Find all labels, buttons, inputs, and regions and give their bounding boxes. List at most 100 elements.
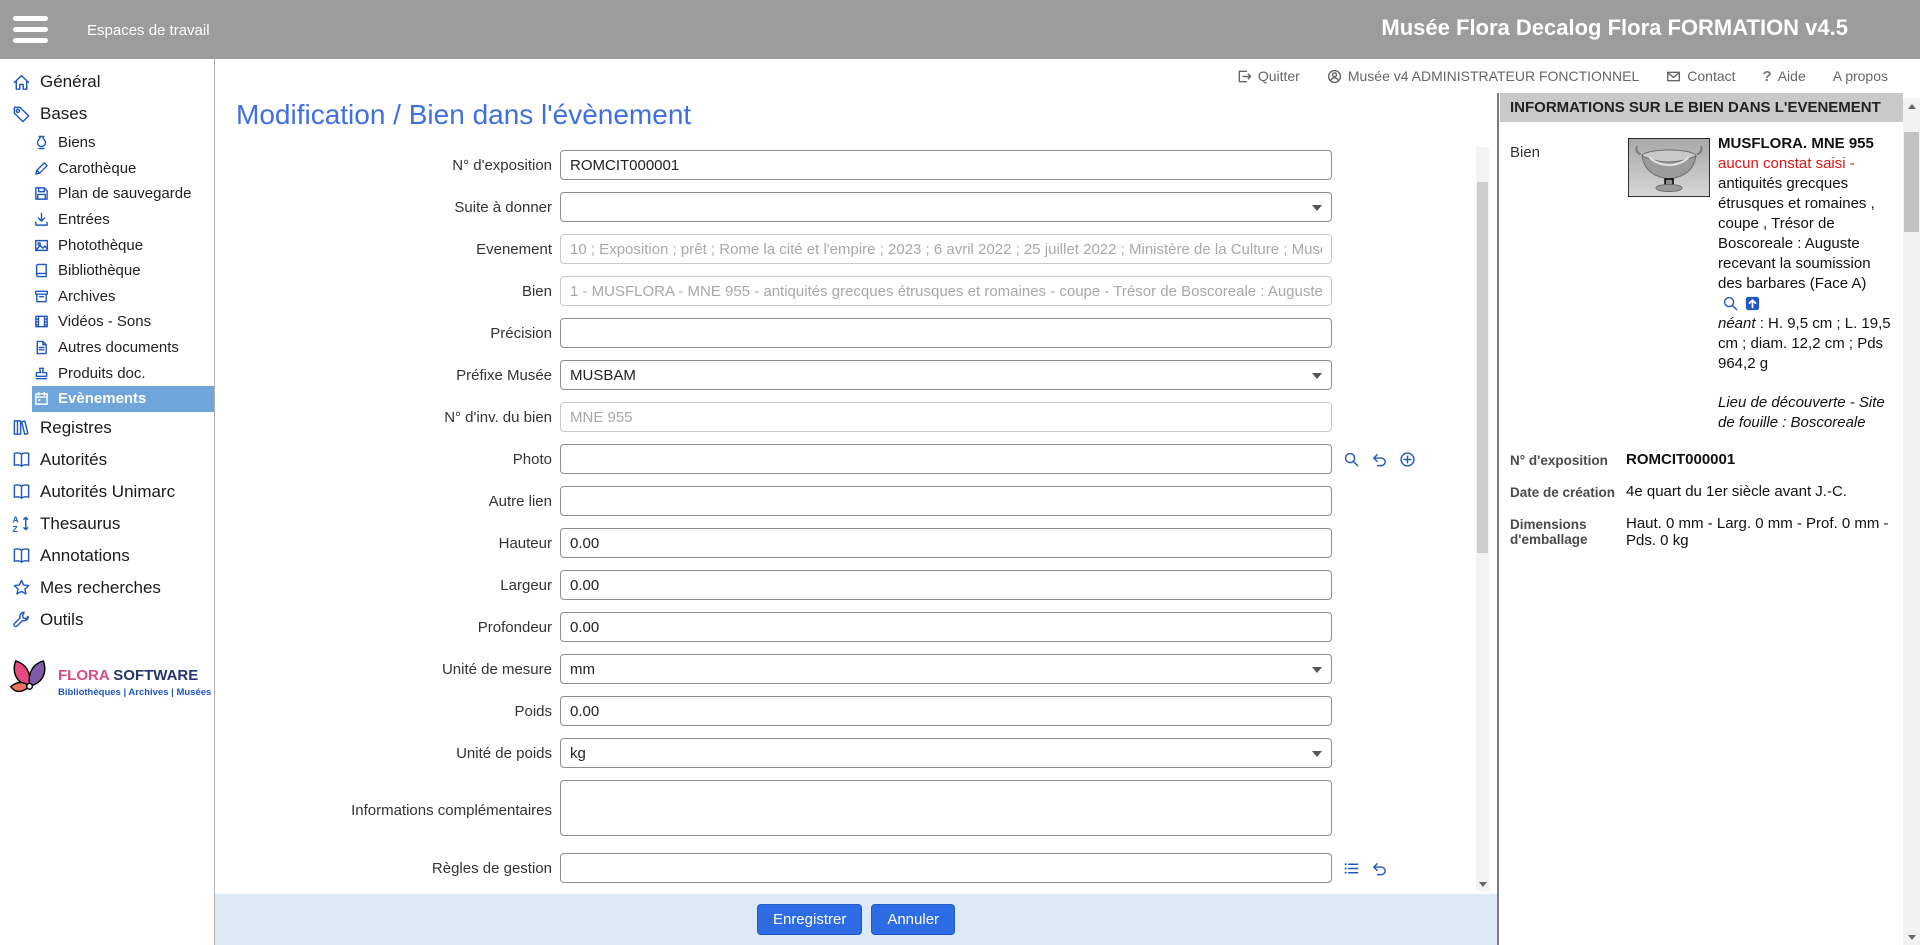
sidebar-item-entrees[interactable]: Entrées — [0, 207, 214, 233]
precision-input[interactable] — [560, 318, 1332, 348]
sidebar-item-bibliotheque[interactable]: Bibliothèque — [0, 258, 214, 284]
user-menu[interactable]: Musée v4 ADMINISTRATEUR FONCTIONNEL — [1327, 68, 1639, 84]
regles-de-gestion-list-icon[interactable] — [1343, 860, 1360, 877]
photo-input[interactable] — [560, 444, 1332, 474]
form-row-largeur: Largeur — [215, 570, 1476, 600]
bien-open-record-icon[interactable] — [1744, 295, 1761, 312]
unite-de-mesure-select[interactable] — [560, 654, 1332, 684]
sidebar-item-label: Autres documents — [58, 339, 179, 356]
calendar-icon — [34, 391, 49, 406]
regles-de-gestion-undo-icon[interactable] — [1371, 860, 1388, 877]
form-row-photo: Photo — [215, 444, 1476, 474]
contact-link[interactable]: Contact — [1666, 68, 1735, 84]
sidebar-nav: GénéralBasesBiensCarothèquePlan de sauve… — [0, 59, 214, 636]
sidebar-item-archives[interactable]: Archives — [0, 284, 214, 310]
form-row-informations-complementaires: Informations complémentaires — [215, 780, 1476, 841]
prefixe-musee-select[interactable] — [560, 360, 1332, 390]
main-scroll-down-icon[interactable] — [1903, 929, 1920, 945]
app-title: Musée Flora Decalog Flora FORMATION v4.5 — [1381, 15, 1848, 41]
svg-text:Z: Z — [12, 524, 17, 533]
image-icon — [34, 238, 49, 253]
unite-de-poids-select[interactable] — [560, 738, 1332, 768]
field-label: Hauteur — [215, 535, 560, 552]
sidebar-item-registres[interactable]: Registres — [0, 412, 214, 444]
evenement-input[interactable] — [560, 234, 1332, 264]
form-row-evenement: Evenement — [215, 234, 1476, 264]
n-d-inv-du-bien-input[interactable] — [560, 402, 1332, 432]
sidebar-item-evenements[interactable]: Evènements — [0, 386, 214, 412]
menu-icon[interactable] — [13, 16, 48, 44]
info-panel-header: INFORMATIONS SUR LE BIEN DANS L'EVENEMEN… — [1500, 93, 1903, 122]
archive-icon — [34, 289, 49, 304]
help-link[interactable]: ? Aide — [1763, 68, 1806, 85]
sidebar-item-label: Mes recherches — [40, 578, 161, 598]
sidebar-item-outils[interactable]: Outils — [0, 604, 214, 636]
form-row-n-d-inv-du-bien: N° d'inv. du bien — [215, 402, 1476, 432]
sidebar: GénéralBasesBiensCarothèquePlan de sauve… — [0, 59, 215, 945]
field-label: Suite à donner — [215, 199, 560, 216]
save-button[interactable]: Enregistrer — [757, 904, 862, 935]
about-link[interactable]: A propos — [1833, 68, 1888, 84]
sidebar-item-label: Archives — [58, 288, 116, 305]
informations-complementaires-textarea[interactable] — [560, 780, 1332, 836]
autre-lien-input[interactable] — [560, 486, 1332, 516]
book-icon — [34, 263, 49, 278]
utility-bar: Quitter Musée v4 ADMINISTRATEUR FONCTION… — [215, 59, 1920, 93]
pen-icon — [34, 161, 49, 176]
bien-search-icon[interactable] — [1722, 295, 1739, 312]
sidebar-item-plan-de-sauvegarde[interactable]: Plan de sauvegarde — [0, 181, 214, 207]
info-row-value-n-d-exposition: ROMCIT000001 — [1626, 451, 1893, 468]
bien-location: Lieu de découverte - Site de fouille : B… — [1718, 393, 1895, 433]
bien-input[interactable] — [560, 276, 1332, 306]
poids-input[interactable] — [560, 696, 1332, 726]
sidebar-item-general[interactable]: Général — [0, 66, 214, 98]
sidebar-item-biens[interactable]: Biens — [0, 130, 214, 156]
quit-label: Quitter — [1258, 68, 1300, 84]
sidebar-item-label: Entrées — [58, 211, 110, 228]
main-scrollbar-thumb[interactable] — [1904, 132, 1919, 232]
quit-link[interactable]: Quitter — [1237, 68, 1300, 84]
regles-de-gestion-input[interactable] — [560, 853, 1332, 883]
question-mark-icon: ? — [1763, 68, 1772, 85]
form-scrollbar-thumb[interactable] — [1477, 182, 1488, 553]
bien-thumbnail[interactable] — [1628, 138, 1710, 197]
sidebar-item-phototheque[interactable]: Photothèque — [0, 232, 214, 258]
field-label: N° d'inv. du bien — [215, 409, 560, 426]
sidebar-item-videos-sons[interactable]: Vidéos - Sons — [0, 309, 214, 335]
sidebar-item-carotheque[interactable]: Carothèque — [0, 156, 214, 182]
photo-undo-icon[interactable] — [1371, 451, 1388, 468]
sidebar-item-mes-recherches[interactable]: Mes recherches — [0, 572, 214, 604]
download-icon — [34, 212, 49, 227]
sidebar-item-autorites[interactable]: Autorités — [0, 444, 214, 476]
form-scroll-area: N° d'expositionSuite à donnerEvenementBi… — [215, 147, 1476, 891]
page-title: Modification / Bien dans l'évènement — [236, 99, 691, 131]
sidebar-item-label: Photothèque — [58, 237, 143, 254]
sidebar-item-autres-documents[interactable]: Autres documents — [0, 335, 214, 361]
form-scroll-down-icon[interactable] — [1476, 877, 1489, 891]
mail-icon — [1666, 69, 1681, 84]
field-label: Précision — [215, 325, 560, 342]
main-scroll-up-icon[interactable] — [1903, 98, 1920, 114]
cancel-button[interactable]: Annuler — [871, 904, 955, 935]
hauteur-input[interactable] — [560, 528, 1332, 558]
book-open-icon — [12, 482, 31, 501]
form-scrollbar[interactable] — [1476, 147, 1489, 891]
suite-a-donner-select[interactable] — [560, 192, 1332, 222]
n-d-exposition-input[interactable] — [560, 150, 1332, 180]
workspace-label: Espaces de travail — [87, 22, 210, 39]
photo-plus-circle-icon[interactable] — [1399, 451, 1416, 468]
main-scrollbar[interactable] — [1903, 98, 1920, 945]
largeur-input[interactable] — [560, 570, 1332, 600]
help-label: Aide — [1778, 68, 1806, 84]
vase-icon — [34, 135, 49, 150]
sidebar-item-bases[interactable]: Bases — [0, 98, 214, 130]
flora-logo: FLORA SOFTWARE Bibliothèques | Archives … — [8, 657, 211, 707]
photo-search-icon[interactable] — [1343, 451, 1360, 468]
info-row-label-dimensions-d-emballage: Dimensions d'emballage — [1510, 515, 1622, 547]
sidebar-item-annotations[interactable]: Annotations — [0, 540, 214, 572]
sidebar-item-autorites-unimarc[interactable]: Autorités Unimarc — [0, 476, 214, 508]
sidebar-item-thesaurus[interactable]: AZThesaurus — [0, 508, 214, 540]
film-icon — [34, 314, 49, 329]
profondeur-input[interactable] — [560, 612, 1332, 642]
sidebar-item-produits-doc[interactable]: Produits doc. — [0, 360, 214, 386]
